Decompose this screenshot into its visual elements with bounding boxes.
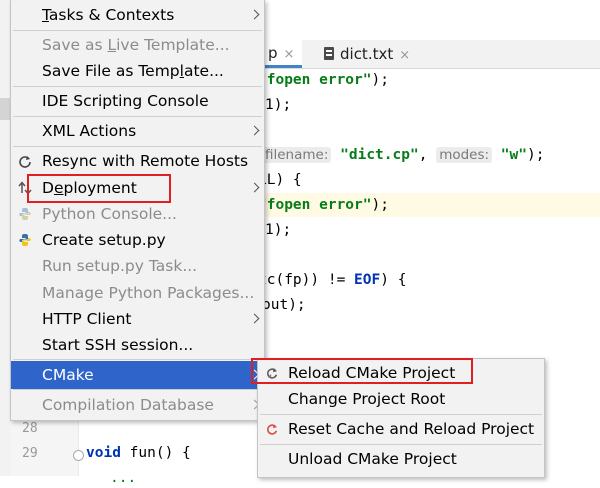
line-number: 28 xyxy=(22,421,38,436)
code-line: 1); xyxy=(265,97,292,113)
code-line: 1); xyxy=(265,222,292,238)
cmake-submenu: Reload CMake Project Change Project Root… xyxy=(257,358,545,478)
menu-item-save-file-template[interactable]: Save File as Template... xyxy=(11,57,264,85)
submenu-item-change-project-root[interactable]: Change Project Root xyxy=(258,385,544,413)
submenu-arrow-icon xyxy=(249,9,260,20)
submenu-arrow-icon xyxy=(249,182,260,193)
submenu-arrow-icon xyxy=(249,125,260,136)
parameter-hint: modes: xyxy=(436,147,493,163)
code-line: out); xyxy=(262,297,306,313)
menu-item-resync-remote-hosts[interactable]: Resync with Remote Hosts xyxy=(11,147,264,175)
tab-current-file[interactable]: p × xyxy=(260,40,303,68)
tab-dict-txt[interactable]: dict.txt × xyxy=(314,40,410,68)
menu-item-http-client[interactable]: HTTP Client xyxy=(11,305,264,333)
code-line: ... xyxy=(110,470,137,486)
python-icon xyxy=(19,234,31,246)
sync-icon xyxy=(19,156,31,168)
menu-item-xml-actions[interactable]: XML Actions xyxy=(11,117,264,145)
code-line: void fun() { xyxy=(86,445,191,461)
tab-label: dict.txt xyxy=(340,45,394,63)
code-line: "fopen error"); xyxy=(258,197,389,213)
menu-item-create-setup-py[interactable]: Create setup.py xyxy=(11,226,264,254)
menu-item-python-console[interactable]: Python Console... xyxy=(11,200,264,228)
text-file-icon xyxy=(324,47,334,60)
menu-item-cmake[interactable]: CMake xyxy=(11,361,264,389)
python-icon xyxy=(19,208,31,220)
menu-item-ide-scripting-console[interactable]: IDE Scripting Console xyxy=(11,87,264,115)
menu-item-compilation-database[interactable]: Compilation Database xyxy=(11,391,264,419)
line-number-gutter xyxy=(10,412,79,476)
submenu-item-reset-cache-reload[interactable]: Reset Cache and Reload Project xyxy=(258,415,544,443)
tab-label: p xyxy=(268,44,278,62)
menu-item-run-setup-task[interactable]: Run setup.py Task... xyxy=(11,252,264,280)
parameter-hint: filename: xyxy=(262,147,332,163)
tab-close-icon[interactable]: × xyxy=(284,47,295,62)
menu-item-start-ssh-session[interactable]: Start SSH session... xyxy=(11,331,264,359)
line-number: 29 xyxy=(22,446,38,461)
submenu-arrow-icon xyxy=(249,313,260,324)
code-line: tc(fp)) != EOF) { xyxy=(258,272,407,288)
code-line: "fopen error"); xyxy=(258,72,389,88)
reload-icon xyxy=(267,368,278,379)
editor-context-menu: Tasks & Contexts Save as Live Template..… xyxy=(10,0,265,421)
fold-marker-icon[interactable] xyxy=(73,450,84,461)
menu-separator xyxy=(13,359,262,360)
tab-close-icon[interactable]: × xyxy=(399,48,410,63)
reset-icon xyxy=(267,424,278,435)
menu-separator xyxy=(13,389,262,390)
menu-item-deployment[interactable]: Deployment xyxy=(11,174,264,202)
menu-item-tasks-contexts[interactable]: Tasks & Contexts xyxy=(11,1,264,29)
submenu-item-unload-cmake-project[interactable]: Unload CMake Project xyxy=(258,445,544,473)
menu-item-save-live-template[interactable]: Save as Live Template... xyxy=(11,31,264,59)
code-line: filename: "dict.cp", modes: "w"); xyxy=(262,145,544,165)
menu-item-manage-python-packages[interactable]: Manage Python Packages... xyxy=(11,279,264,307)
project-selection xyxy=(0,98,10,120)
submenu-item-reload-cmake-project[interactable]: Reload CMake Project xyxy=(258,359,544,387)
deployment-icon xyxy=(18,181,32,195)
